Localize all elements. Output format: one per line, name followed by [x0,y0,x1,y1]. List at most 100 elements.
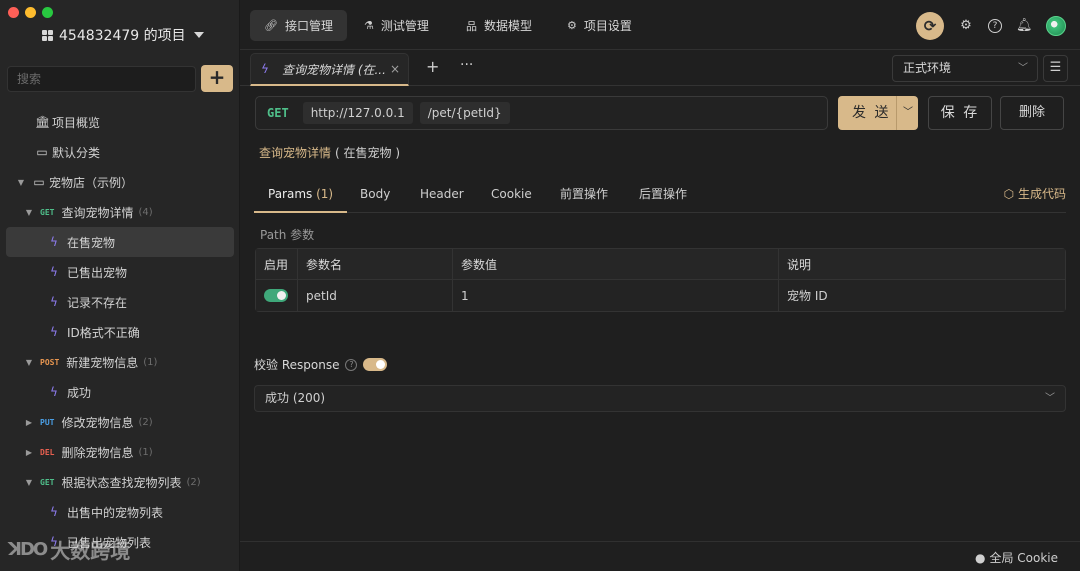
bell-icon[interactable]: 🔔︎ [1016,18,1033,34]
hierarchy-icon: 品 [466,19,477,33]
table-row: petId 1 宠物 ID [256,280,1065,311]
help-icon[interactable]: ? [988,19,1002,33]
minimize-window-button[interactable] [25,7,36,18]
add-button[interactable]: + [201,65,233,92]
footer: ● 全局 Cookie [240,541,1080,571]
flask-icon: ⚗︎ [364,19,374,32]
generate-code-button[interactable]: ⬡ 生成代码 [1004,185,1066,202]
api-tree: 🏛︎ 项目概览 ▭ 默认分类 ▼ ▭ 宠物店（示例） ▼ GET 查询宠物详情 … [0,107,239,557]
watermark: ꓘDO 大数跨境 [8,535,130,564]
sync-button[interactable]: ⟳ [916,12,944,40]
project-switcher[interactable]: 454832479 的项目 [42,25,204,45]
bolt-icon: ϟ [50,235,58,249]
close-tab-icon[interactable]: × [390,62,400,76]
tab-test-management[interactable]: ⚗︎ 测试管理 [350,10,443,41]
tab-params[interactable]: Params (1) [254,180,348,213]
tree-item-find-by-status[interactable]: ▼ GET 根据状态查找宠物列表 (2) [0,467,239,497]
response-select[interactable]: 成功 (200) ﹀ [254,385,1066,412]
url-bar[interactable]: GET http://127.0.0.1 /pet/{petId} [255,96,828,130]
base-url[interactable]: http://127.0.0.1 [302,102,413,124]
help-icon[interactable]: ? [345,358,358,371]
param-description[interactable]: 宠物 ID [779,280,1065,311]
param-value[interactable]: 1 [453,280,779,311]
send-button[interactable]: 发 送 ﹀ [838,96,918,130]
method-badge: PUT [40,417,55,427]
expand-arrow-icon[interactable]: ▼ [16,178,26,187]
params-tabs: Params (1) Body Header Cookie 前置操作 后置操作 … [254,180,1066,213]
caret-down-icon [193,32,204,38]
request-tab-active[interactable]: ϟ 查询宠物详情 (在... × [250,53,409,86]
tree-item-post-pet[interactable]: ▼ POST 新建宠物信息 (1) [0,347,239,377]
validate-response: 校验 Response ? [254,356,388,373]
search-input[interactable]: 搜索 [7,66,196,92]
request-method[interactable]: GET [267,106,289,120]
header-actions: ⟳ ⚙︎ ? 🔔︎ [916,12,1066,40]
method-badge: DEL [40,447,55,457]
expand-arrow-icon[interactable]: ▼ [24,208,34,217]
window-controls [8,7,53,18]
tab-post-actions[interactable]: 后置操作 [639,180,687,213]
tree-item-case-invalid-id[interactable]: ϟ ID格式不正确 [0,317,239,347]
global-cookie-button[interactable]: ● 全局 Cookie [975,549,1058,566]
path-params-label: Path 参数 [260,228,315,242]
tab-api-management[interactable]: 🔗︎ 接口管理 [250,10,347,41]
delete-button[interactable]: 删除 [1000,96,1064,130]
sidebar: 454832479 的项目 搜索 + 🏛︎ 项目概览 ▭ 默认分类 ▼ ▭ 宠物… [0,0,240,571]
grid-icon [42,29,53,41]
path-params-table: 启用 参数名 参数值 说明 petId 1 宠物 ID [255,248,1066,312]
new-tab-button[interactable]: + [426,57,439,76]
tree-item-petstore[interactable]: ▼ ▭ 宠物店（示例） [0,167,239,197]
api-name-link[interactable]: 查询宠物详情 [259,146,331,160]
bolt-icon: ϟ [261,62,269,76]
table-header: 启用 参数名 参数值 说明 [256,249,1065,280]
gear-icon: ⚙︎ [567,19,577,32]
tab-body[interactable]: Body [360,180,390,213]
tree-item-case-success[interactable]: ϟ 成功 [0,377,239,407]
request-tabs: ϟ 查询宠物详情 (在... × + ··· [250,53,650,86]
tree-item-default-category[interactable]: ▭ 默认分类 [0,137,239,167]
case-name: ( 在售宠物 ) [335,146,401,160]
folder-icon: ▭ [33,175,45,189]
tab-project-settings[interactable]: ⚙︎ 项目设置 [553,10,646,41]
expand-arrow-icon[interactable]: ▼ [24,358,34,367]
tree-item-get-pet[interactable]: ▼ GET 查询宠物详情 (4) [0,197,239,227]
maximize-window-button[interactable] [42,7,53,18]
bolt-icon: ϟ [50,325,58,339]
project-title: 454832479 的项目 [59,28,186,44]
more-tabs-button[interactable]: ··· [460,57,473,73]
tab-cookie[interactable]: Cookie [491,180,532,213]
settings-icon[interactable]: ⚙︎ [958,18,974,34]
close-window-button[interactable] [8,7,19,18]
tab-header[interactable]: Header [420,180,464,213]
tab-pre-actions[interactable]: 前置操作 [560,180,608,213]
cube-icon: ⬡ [1003,187,1015,201]
method-badge: GET [40,207,55,217]
bolt-icon: ϟ [50,265,58,279]
avatar[interactable] [1046,16,1066,36]
tree-item-case-selling-list[interactable]: ϟ 出售中的宠物列表 [0,497,239,527]
expand-arrow-icon[interactable]: ▶ [24,448,34,457]
watermark-text: 大数跨境 [50,539,131,563]
bolt-icon: ϟ [50,295,58,309]
tree-item-delete-pet[interactable]: ▶ DEL 删除宠物信息 (1) [0,437,239,467]
request-path[interactable]: /pet/{petId} [419,102,510,124]
tab-data-model[interactable]: 品 数据模型 [452,10,546,41]
param-name[interactable]: petId [298,280,453,311]
tree-item-case-not-found[interactable]: ϟ 记录不存在 [0,287,239,317]
bolt-icon: ϟ [50,385,58,399]
tree-item-case-sold[interactable]: ϟ 已售出宠物 [0,257,239,287]
environment-list-button[interactable]: ☰ [1043,55,1068,82]
tree-item-case-on-sale[interactable]: ϟ 在售宠物 [6,227,234,257]
expand-arrow-icon[interactable]: ▼ [24,478,34,487]
tree-item-put-pet[interactable]: ▶ PUT 修改宠物信息 (2) [0,407,239,437]
cookie-icon: ● [974,550,986,565]
expand-arrow-icon[interactable]: ▶ [24,418,34,427]
chevron-down-icon: ﹀ [1045,393,1055,404]
environment-select[interactable]: 正式环境 ﹀ [892,55,1038,82]
validate-response-toggle[interactable] [363,358,388,371]
method-badge: GET [40,477,55,487]
tree-item-overview[interactable]: 🏛︎ 项目概览 [0,107,239,137]
save-button[interactable]: 保 存 [928,96,992,130]
enable-toggle[interactable] [264,289,288,302]
chevron-down-icon[interactable]: ﹀ [899,96,917,130]
